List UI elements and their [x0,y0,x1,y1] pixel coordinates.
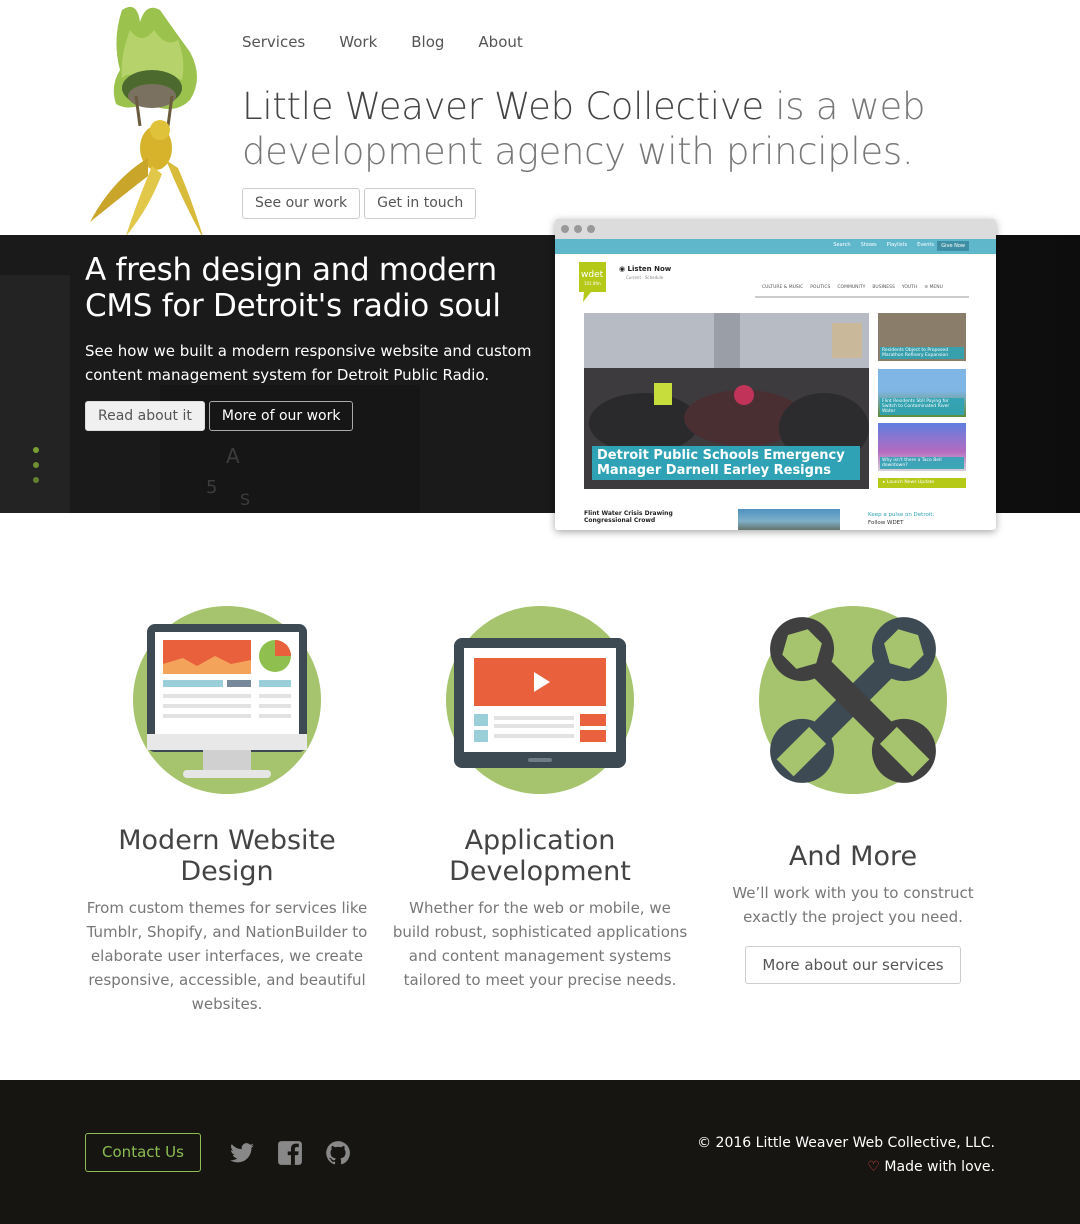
service-description: We’ll work with you to construct exactly… [732,884,974,926]
listen-now-text: Listen Now [627,265,672,273]
site-nav-item: Events [917,242,934,248]
site-menu-item: POLITICS [810,285,831,290]
feature-description: See how we built a modern responsive web… [85,342,532,384]
give-now-badge: Give Now [937,241,969,251]
service-description: From custom themes for services like Tum… [86,899,368,1013]
window-dot-icon [587,225,595,233]
site-top-bar: Search Shows Playlists Events Give Now [555,239,996,254]
nav-work[interactable]: Work [339,33,377,51]
site-divider [755,296,969,298]
more-about-services-button[interactable]: More about our services [745,946,961,984]
service-description: Whether for the web or mobile, we build … [392,899,688,989]
site-menu-item: COMMUNITY [837,285,866,290]
contact-us-button[interactable]: Contact Us [85,1133,201,1172]
service-title: And More [788,841,918,872]
side-story-title: Residents Object to Proposed Marathon Re… [880,347,964,359]
main-story-photo: Detroit Public Schools Emergency Manager… [584,313,869,489]
bird-logo[interactable] [82,0,212,242]
listen-sub: Current · Schedule [626,275,664,280]
main-nav: Services Work Blog About [242,33,523,51]
site-menu-item: YOUTH [901,285,918,290]
side-story-title: Why isn't there a Taco Bell downtown? [880,457,964,469]
follow-wdet-text: Follow WDET [868,520,904,526]
site-footer: Contact Us © 2016 Little Weaver Web Coll… [0,1080,1080,1224]
service-title: Modern Website Design [118,825,336,887]
nav-blog[interactable]: Blog [411,33,444,51]
facebook-icon[interactable] [277,1140,303,1166]
nav-services[interactable]: Services [242,33,305,51]
site-menu: CULTURE & MUSIC POLITICS COMMUNITY BUSIN… [762,285,943,290]
service-and-more: And More We’ll work with you to construc… [703,600,1003,984]
service-website-design: Modern Website Design From custom themes… [77,600,377,1016]
twitter-icon[interactable] [229,1140,255,1166]
site-nav-item: Search [833,242,851,248]
wdet-logo-subtext: 101.9fm [584,281,601,286]
see-our-work-button[interactable]: See our work [242,188,361,219]
made-with-love-text: Made with love. [884,1159,995,1175]
side-story-card: Why isn't there a Taco Bell downtown? [878,423,966,471]
window-dot-icon [574,225,582,233]
site-menu-item: BUSINESS [872,285,895,290]
wdet-logo: wdet 101.9fm [579,262,606,302]
site-menu-item: ≡ MENU [924,285,943,290]
browser-chrome [555,219,996,239]
read-about-it-button[interactable]: Read about it [85,401,205,431]
desktop-monitor-icon [133,606,321,794]
svg-text:5: 5 [206,477,217,498]
tablet-video-icon [446,606,634,794]
wrenches-icon [759,606,947,794]
heart-icon: ♡ [867,1159,880,1175]
github-icon[interactable] [325,1140,351,1166]
more-of-our-work-button[interactable]: More of our work [208,401,354,431]
svg-text:S: S [240,490,250,509]
feature-buttons: Read about it More of our work [85,401,354,431]
below-story-image [738,509,840,530]
page-headline: Little Weaver Web Collective is a web de… [242,84,1002,174]
side-story-title: Flint Residents Still Paying for Switch … [880,398,964,415]
wdet-logo-text: wdet [581,270,604,280]
company-name: Little Weaver Web Collective [242,85,764,128]
side-story-card: Residents Object to Proposed Marathon Re… [878,313,966,361]
get-in-touch-button[interactable]: Get in touch [364,188,477,219]
feature-title: A fresh design and modern CMS for Detroi… [85,252,501,324]
launch-news-update-link: ▸ Launch News Update [878,478,966,488]
site-nav-item: Playlists [886,242,908,248]
site-top-nav: Search Shows Playlists Events [833,242,934,248]
hero-buttons: See our work Get in touch [242,188,477,219]
service-app-development: Application Development Whether for the … [390,600,690,992]
pulse-panel: Keep a pulse on Detroit. Follow WDET [868,511,934,527]
service-title: Application Development [449,825,631,887]
copyright-text: © 2016 Little Weaver Web Collective, LLC… [697,1135,995,1151]
listen-now-label: ◉ Listen Now [619,265,672,273]
pulse-text: Keep a pulse on Detroit. [868,512,935,518]
window-dot-icon [561,225,569,233]
below-story-title: Flint Water Crisis Drawing Congressional… [584,510,673,524]
copyright-block: © 2016 Little Weaver Web Collective, LLC… [697,1131,995,1179]
site-menu-item: CULTURE & MUSIC [762,285,804,290]
main-story-headline: Detroit Public Schools Emergency Manager… [592,446,860,480]
svg-text:A: A [226,444,240,468]
nav-about[interactable]: About [478,33,522,51]
made-with-love: ♡ Made with love. [697,1155,995,1179]
side-story-card: Flint Residents Still Paying for Switch … [878,369,966,417]
site-nav-item: Shows [860,242,877,248]
wdet-site-screenshot[interactable]: Search Shows Playlists Events Give Now w… [555,219,996,530]
